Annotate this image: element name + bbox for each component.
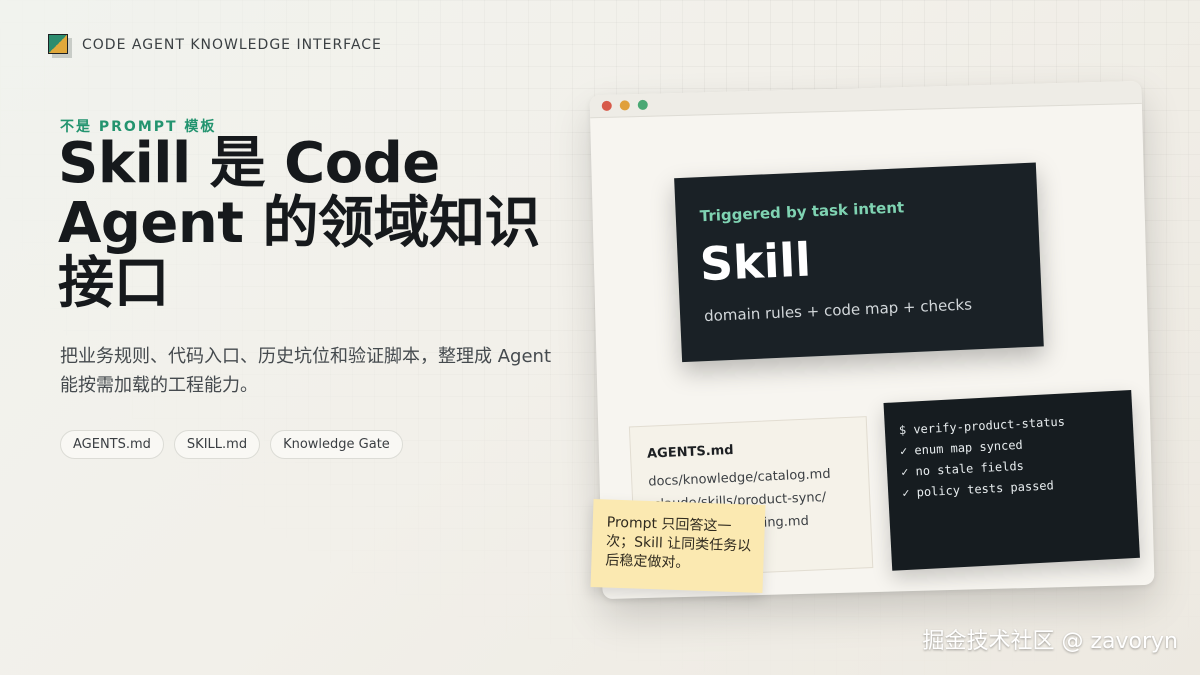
tag-knowledge-gate: Knowledge Gate: [270, 430, 403, 459]
skill-subtitle: domain rules + code map + checks: [703, 295, 973, 326]
maximize-dot-icon: [637, 99, 648, 111]
skill-card: Triggered by task intent Skill domain ru…: [674, 162, 1044, 363]
sticky-note-text: Prompt 只回答这一次；Skill 让同类任务以后稳定做对。: [605, 514, 752, 572]
logo-icon: [48, 34, 72, 58]
hero-headline: Skill 是 Code Agent 的领域知识接口: [58, 131, 541, 316]
minimize-dot-icon: [619, 100, 630, 111]
files-title: AGENTS.md: [646, 442, 734, 462]
watermark: 掘金技术社区 @ zavoryn: [922, 629, 1178, 654]
close-dot-icon: [601, 100, 612, 111]
terminal-card: $ verify-product-status ✓ enum map synce…: [883, 390, 1140, 571]
sticky-note: Prompt 只回答这一次；Skill 让同类任务以后稳定做对。: [590, 499, 766, 593]
tag-agents-md: AGENTS.md: [60, 430, 164, 459]
brand-text: CODE AGENT KNOWLEDGE INTERFACE: [82, 37, 382, 53]
tag-list: AGENTS.md SKILL.md Knowledge Gate: [60, 430, 403, 459]
skill-trigger-label: Triggered by task intent: [699, 198, 905, 226]
hero-subtitle: 把业务规则、代码入口、历史坑位和验证脚本，整理成 Agent 能按需加载的工程能…: [60, 346, 551, 396]
terminal-lines: $ verify-product-status ✓ enum map synce…: [898, 412, 1068, 505]
brand-header: CODE AGENT KNOWLEDGE INTERFACE: [48, 34, 382, 58]
skill-title: Skill: [698, 232, 812, 292]
tag-skill-md: SKILL.md: [173, 430, 261, 459]
